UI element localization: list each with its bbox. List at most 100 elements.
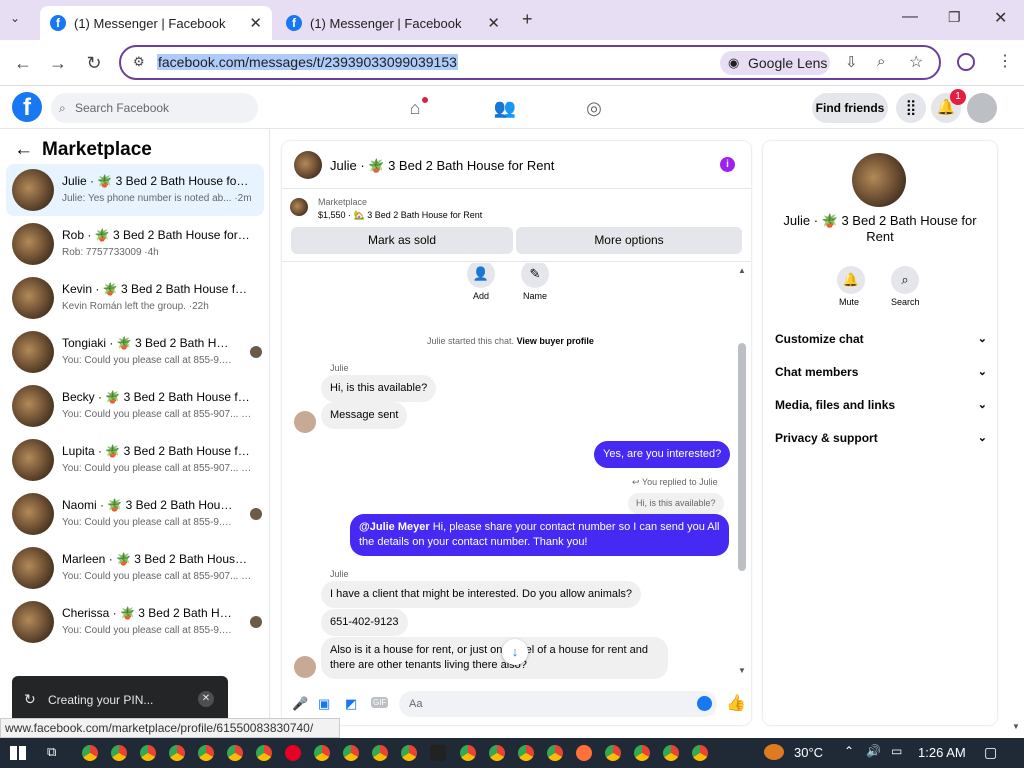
notifications-center-icon[interactable]: ▢	[984, 744, 997, 761]
message-input[interactable]: Aa	[399, 691, 717, 717]
google-lens-button[interactable]: ◉ Google Lens	[720, 51, 830, 75]
tray-chevron-icon[interactable]: ⌃	[844, 744, 854, 758]
message-bubble[interactable]: I have a client that might be interested…	[321, 581, 642, 608]
media-files-links-section[interactable]: Media, files and links ⌄	[775, 398, 987, 412]
chrome-icon[interactable]	[227, 745, 243, 761]
facebook-logo-icon[interactable]: f	[12, 92, 42, 122]
mute-bell-icon[interactable]: 🔔	[837, 266, 865, 294]
privacy-support-section[interactable]: Privacy & support ⌄	[775, 431, 987, 445]
chrome-icon[interactable]	[111, 745, 127, 761]
chrome-icon[interactable]	[692, 745, 708, 761]
profile-icon[interactable]	[957, 53, 975, 71]
conversation-item[interactable]: Becky · 🪴 3 Bed 2 Bath House for Rent Yo…	[6, 380, 264, 432]
clock-time[interactable]: 1:26 AM	[918, 745, 966, 760]
close-tab-icon[interactable]: ✕	[487, 14, 500, 32]
firefox-icon[interactable]	[576, 745, 592, 761]
microphone-icon[interactable]: 🎤	[292, 696, 308, 712]
conversation-item[interactable]: Julie · 🪴 3 Bed 2 Bath House for Rent Ju…	[6, 164, 264, 216]
info-icon[interactable]: i	[720, 157, 735, 172]
close-window-button[interactable]: ✕	[994, 8, 1007, 28]
message-bubble-outgoing[interactable]: @Julie Meyer Hi, please share your conta…	[350, 514, 729, 556]
message-bubble[interactable]: Also is it a house for rent, or just one…	[321, 637, 668, 679]
message-bubble[interactable]: 651-402-9123	[321, 609, 408, 636]
chrome-icon[interactable]	[460, 745, 476, 761]
gif-icon[interactable]: GIF	[371, 697, 389, 708]
chrome-icon[interactable]	[372, 745, 388, 761]
chat-title[interactable]: Julie · 🪴 3 Bed 2 Bath House for Rent	[330, 158, 554, 174]
chrome-icon[interactable]	[489, 745, 505, 761]
sticker-icon[interactable]: ◩	[345, 696, 357, 712]
app-icon[interactable]	[430, 745, 446, 761]
find-friends-button[interactable]: Find friends	[812, 93, 888, 123]
conversation-item[interactable]: Tongiaki · 🪴 3 Bed 2 Bath House for Rent…	[6, 326, 264, 378]
message-bubble-outgoing[interactable]: Yes, are you interested?	[594, 441, 731, 468]
task-view-icon[interactable]: ⧉	[47, 744, 56, 760]
chrome-icon[interactable]	[343, 745, 359, 761]
conversation-item[interactable]: Naomi · 🪴 3 Bed 2 Bath House for Rent Yo…	[6, 488, 264, 540]
conversation-item[interactable]: Lupita · 🪴 3 Bed 2 Bath House for Rent Y…	[6, 434, 264, 486]
customize-chat-section[interactable]: Customize chat ⌄	[775, 332, 987, 346]
network-icon[interactable]: ▭	[891, 744, 902, 758]
chrome-icon[interactable]	[140, 745, 156, 761]
browser-menu-icon[interactable]: ⋮	[997, 51, 1013, 71]
site-info-icon[interactable]: ⚙	[133, 54, 145, 70]
restore-button[interactable]: ❐	[948, 9, 961, 26]
conversation-item[interactable]: Cherissa · 🪴 3 Bed 2 Bath House for Rent…	[6, 596, 264, 648]
close-toast-icon[interactable]: ✕	[198, 691, 214, 707]
chrome-icon[interactable]	[605, 745, 621, 761]
message-bubble[interactable]: Message sent	[321, 402, 408, 429]
zoom-icon[interactable]: ⌕	[877, 53, 885, 70]
groups-icon[interactable]: ◎	[581, 95, 607, 121]
volume-icon[interactable]: 🔊	[866, 744, 881, 758]
chrome-icon[interactable]	[663, 745, 679, 761]
search-icon[interactable]: ⌕	[891, 266, 919, 294]
new-tab-button[interactable]: +	[522, 9, 533, 30]
more-options-button[interactable]: More options	[516, 227, 742, 254]
chrome-icon[interactable]	[401, 745, 417, 761]
chrome-icon[interactable]	[314, 745, 330, 761]
conversation-item[interactable]: Kevin · 🪴 3 Bed 2 Bath House for Rent Ke…	[6, 272, 264, 324]
reload-button[interactable]: ↻	[83, 52, 105, 74]
chat-avatar[interactable]	[294, 151, 322, 179]
account-avatar[interactable]	[967, 93, 997, 123]
listing-price-title[interactable]: $1,550 · 🏡 3 Bed 2 Bath House for Rent	[318, 210, 482, 221]
chat-scrollbar[interactable]	[738, 343, 746, 571]
details-avatar[interactable]	[852, 153, 906, 207]
weather-icon[interactable]	[764, 744, 784, 760]
chrome-icon[interactable]	[256, 745, 272, 761]
friends-icon[interactable]: 👥	[492, 95, 518, 121]
facebook-search-input[interactable]: ⌕ Search Facebook	[51, 93, 258, 123]
page-scrollbar-up[interactable]: ▲	[738, 266, 746, 275]
install-app-icon[interactable]: ⇩	[845, 53, 858, 71]
chrome-icon[interactable]	[518, 745, 534, 761]
windows-start-icon[interactable]	[10, 746, 26, 760]
pinterest-icon[interactable]	[285, 745, 301, 761]
close-tab-icon[interactable]: ✕	[249, 14, 262, 32]
forward-button[interactable]: →	[47, 52, 69, 74]
chat-members-section[interactable]: Chat members ⌄	[775, 365, 987, 379]
tab-list-button[interactable]: ⌄	[10, 11, 20, 25]
url-text[interactable]: facebook.com/messages/t/2393903309903915…	[157, 54, 458, 70]
window-scroll-down[interactable]: ▼	[1012, 722, 1020, 731]
back-arrow-icon[interactable]: ←	[14, 139, 33, 161]
emoji-icon[interactable]	[697, 696, 712, 711]
view-buyer-profile-link[interactable]: View buyer profile	[517, 336, 594, 346]
thumbs-up-icon[interactable]: 👍	[726, 693, 746, 713]
conversation-item[interactable]: Marleen · 🪴 3 Bed 2 Bath House for Rent …	[6, 542, 264, 594]
message-bubble[interactable]: Hi, is this available?	[321, 375, 437, 402]
minimize-button[interactable]: —	[902, 8, 918, 26]
omnibox[interactable]: ⚙ facebook.com/messages/t/23939033099039…	[119, 45, 941, 80]
tab-messenger[interactable]: f (1) Messenger | Facebook ✕	[276, 6, 510, 40]
chrome-icon[interactable]	[82, 745, 98, 761]
conversation-item[interactable]: Rob · 🪴 3 Bed 2 Bath House for Rent Rob:…	[6, 218, 264, 270]
chrome-icon[interactable]	[547, 745, 563, 761]
chrome-icon[interactable]	[169, 745, 185, 761]
scroll-to-bottom-button[interactable]: ↓	[502, 639, 528, 665]
back-button[interactable]: ←	[12, 52, 34, 74]
edit-name-icon[interactable]: ✎	[521, 263, 549, 288]
mention-tag[interactable]: @Julie Meyer	[359, 521, 430, 533]
mark-as-sold-button[interactable]: Mark as sold	[291, 227, 513, 254]
chrome-icon[interactable]	[198, 745, 214, 761]
menu-grid-icon[interactable]: ⣿	[896, 93, 926, 123]
add-person-icon[interactable]: 👤	[467, 263, 495, 288]
